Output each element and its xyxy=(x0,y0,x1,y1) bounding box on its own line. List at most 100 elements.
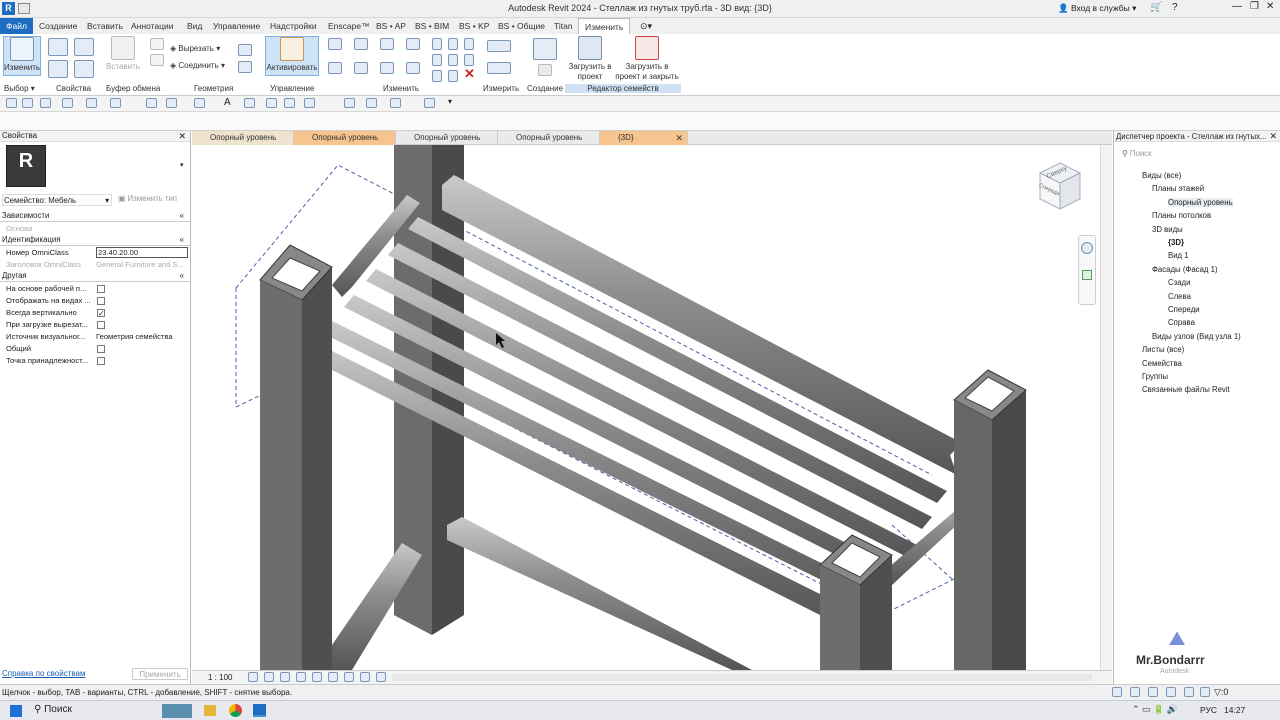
mirror-axis-icon[interactable] xyxy=(380,38,394,50)
shadows-icon[interactable] xyxy=(296,672,306,682)
create-icon[interactable] xyxy=(533,38,557,60)
tab-bs-ap[interactable]: BS • AP xyxy=(370,18,412,34)
group-identity[interactable]: Идентификация « xyxy=(0,235,190,246)
view-tab-close-icon[interactable]: ✕ xyxy=(675,131,683,145)
tile-icon[interactable] xyxy=(366,98,377,108)
browser-tree-item[interactable]: Вид 1 xyxy=(1168,251,1189,260)
scale-icon[interactable] xyxy=(464,38,474,50)
show-crop-icon[interactable] xyxy=(328,672,338,682)
group-constraints[interactable]: Зависимости « xyxy=(0,211,190,222)
restore-button[interactable]: ❐ xyxy=(1250,1,1259,12)
visual-style-icon[interactable] xyxy=(264,672,274,682)
move-icon[interactable] xyxy=(328,62,342,74)
detail-level-icon[interactable] xyxy=(248,672,258,682)
view-tab-ref-level-2[interactable]: Опорный уровень xyxy=(294,131,396,145)
unpin-icon[interactable] xyxy=(448,54,458,66)
browser-tree-item[interactable]: Семейства xyxy=(1142,359,1182,368)
revit-taskbar-icon[interactable] xyxy=(253,704,266,717)
minimize-button[interactable]: — xyxy=(1232,1,1242,12)
redo-icon[interactable] xyxy=(86,98,97,108)
horizontal-scrollbar[interactable] xyxy=(392,674,1092,681)
cut-clip-icon[interactable] xyxy=(150,38,164,50)
edit-type-button[interactable]: ▣ Изменить тип xyxy=(118,194,188,206)
browser-tree-item[interactable]: Планы потолков xyxy=(1152,211,1211,220)
vertical-scrollbar[interactable] xyxy=(1100,145,1112,670)
browser-tree-item[interactable]: Виды (все) xyxy=(1142,171,1181,180)
worksets-icon[interactable] xyxy=(1112,687,1122,697)
type-properties-icon[interactable] xyxy=(74,38,94,56)
tab-annotate[interactable]: Аннотации xyxy=(125,18,180,34)
browser-tree-item[interactable]: Опорный уровень xyxy=(1168,197,1233,207)
tab-bs-bim[interactable]: BS • BIM xyxy=(409,18,455,34)
project-browser-close-icon[interactable]: ✕ xyxy=(1269,131,1277,142)
cut-on-load-checkbox[interactable] xyxy=(97,321,105,329)
measure-qat-icon[interactable] xyxy=(146,98,157,108)
tab-overflow-button[interactable]: ⊙▾ xyxy=(640,21,652,32)
group-other[interactable]: Другая « xyxy=(0,271,190,282)
browser-tree-item[interactable]: Слева xyxy=(1168,292,1191,301)
browser-tree-item[interactable]: Сзади xyxy=(1168,278,1190,287)
browser-tree-item[interactable]: 3D виды xyxy=(1152,225,1183,234)
properties-help-link[interactable]: Справка по свойствам xyxy=(2,669,85,678)
undo-icon[interactable] xyxy=(62,98,73,108)
view-tab-ref-level-4[interactable]: Опорный уровень xyxy=(498,131,600,145)
default-3d-icon[interactable] xyxy=(244,98,255,108)
close-button[interactable]: ✕ xyxy=(1266,1,1274,12)
chrome-icon[interactable] xyxy=(229,704,242,717)
align-icon[interactable] xyxy=(328,38,342,50)
measure-icon[interactable] xyxy=(487,62,511,74)
filter-icon[interactable]: ▽:0 xyxy=(1214,687,1228,698)
copy-clip-icon[interactable] xyxy=(150,54,164,66)
browser-tree-item[interactable]: Справа xyxy=(1168,318,1195,327)
split-face-icon[interactable] xyxy=(238,61,252,73)
aligned-dimension-icon[interactable] xyxy=(487,40,511,52)
copy-icon[interactable] xyxy=(354,62,368,74)
visual-source-value[interactable]: Геометрия семейства xyxy=(96,332,188,341)
crop-view-icon[interactable] xyxy=(312,672,322,682)
sun-path-icon[interactable] xyxy=(280,672,290,682)
tab-bs-general[interactable]: BS • Общие xyxy=(492,18,551,34)
type-selector-image[interactable]: R xyxy=(6,145,46,187)
text-qat-icon[interactable]: A xyxy=(224,97,231,108)
tab-insert[interactable]: Вставить xyxy=(81,18,129,34)
select-links-icon[interactable] xyxy=(1130,687,1140,697)
scale-label[interactable]: 1 : 100 xyxy=(208,673,232,682)
zoom-icon[interactable] xyxy=(1082,270,1092,280)
browser-tree-item[interactable]: Группы xyxy=(1142,372,1168,381)
tab-addins[interactable]: Надстройки xyxy=(264,18,323,34)
family-types-icon[interactable] xyxy=(74,60,94,78)
browser-search[interactable]: ⚲ Поиск xyxy=(1122,149,1272,161)
viewcube[interactable]: Сверху Спереди xyxy=(1034,159,1084,215)
omniclass-number-field[interactable]: 23.40.20.00 xyxy=(96,247,188,258)
properties-close-icon[interactable]: ✕ xyxy=(178,131,186,142)
tab-create[interactable]: Создание xyxy=(33,18,83,34)
load-and-close-button[interactable]: Загрузить в проект и закрыть xyxy=(614,36,680,81)
select-underlay-icon[interactable] xyxy=(1148,687,1158,697)
activate-button[interactable]: Активировать xyxy=(265,36,319,76)
browser-tree-item[interactable]: Фасады (Фасад 1) xyxy=(1152,265,1218,274)
split-gap-icon[interactable] xyxy=(432,70,442,82)
paste-button[interactable]: Вставить xyxy=(106,36,140,76)
cascade-icon[interactable] xyxy=(390,98,401,108)
panel-select[interactable]: Выбор ▾ xyxy=(4,84,35,93)
tab-view[interactable]: Вид xyxy=(181,18,208,34)
cut-geometry-button[interactable]: ◈ Вырезать ▾ xyxy=(170,44,220,54)
family-type-dropdown[interactable]: Семейство: Мебель ▾ xyxy=(2,194,112,206)
drag-on-select-icon[interactable] xyxy=(1200,687,1210,697)
view-tab-ref-level-1[interactable]: Опорный уровень xyxy=(192,131,294,145)
browser-tree-item[interactable]: Планы этажей xyxy=(1152,184,1204,193)
paint-icon[interactable] xyxy=(238,44,252,56)
tab-titan[interactable]: Titan xyxy=(548,18,579,34)
3d-model-view[interactable] xyxy=(192,145,1112,670)
reveal-icon[interactable] xyxy=(424,98,435,108)
save-icon[interactable] xyxy=(22,98,33,108)
select-pinned-icon[interactable] xyxy=(1166,687,1176,697)
lock-3d-icon[interactable] xyxy=(344,672,354,682)
tab-modify[interactable]: Изменить xyxy=(578,18,631,34)
trim-icon[interactable] xyxy=(406,62,420,74)
open-file-icon[interactable] xyxy=(6,98,17,108)
shared-checkbox[interactable] xyxy=(97,345,105,353)
workplane-checkbox[interactable] xyxy=(97,285,105,293)
type-selector-arrow[interactable]: ▾ xyxy=(180,161,184,169)
temp-hide-icon[interactable] xyxy=(360,672,370,682)
